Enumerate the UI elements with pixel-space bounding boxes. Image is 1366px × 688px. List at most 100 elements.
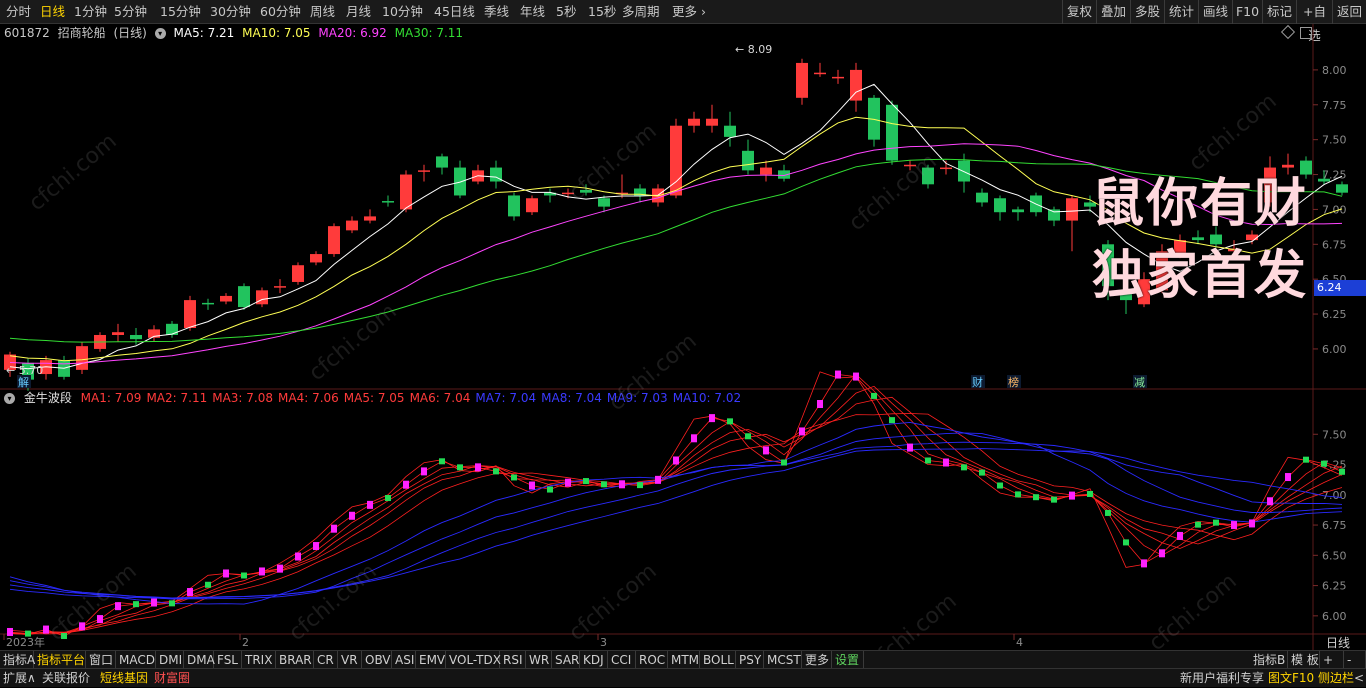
ind-marker <box>169 600 175 607</box>
ind-marker <box>493 468 499 475</box>
candle-body <box>184 300 196 329</box>
stock-code: 601872 <box>4 26 50 40</box>
tab-17[interactable]: SAR <box>552 651 580 669</box>
indicator-value-2: MA2: 7.11 <box>146 391 208 405</box>
tab-12[interactable]: ASI <box>392 651 416 669</box>
bottom-right-item-2[interactable]: 侧边栏 <box>1318 669 1354 688</box>
tab-25[interactable]: 更多 <box>802 651 832 669</box>
tab-16[interactable]: WR <box>526 651 552 669</box>
bottom-right-item-3[interactable]: < <box>1354 669 1364 688</box>
candle-body <box>256 290 268 305</box>
candle-body <box>112 332 124 335</box>
candle-body <box>742 150 754 171</box>
ind-marker <box>673 456 679 465</box>
bottom-item-1[interactable]: 关联报价 <box>42 669 90 688</box>
tab-right-1[interactable]: 模 板 <box>1288 651 1320 669</box>
tab-13[interactable]: EMV <box>416 651 446 669</box>
ind-tick-label: 7.50 <box>1322 428 1347 441</box>
ind-marker <box>961 464 967 471</box>
tab-0[interactable]: 指标A <box>0 651 35 669</box>
ind-marker <box>331 524 337 533</box>
tab-10[interactable]: VR <box>338 651 362 669</box>
tab-2[interactable]: 窗口 <box>86 651 116 669</box>
candle-body <box>814 72 826 75</box>
tab-19[interactable]: CCI <box>608 651 636 669</box>
candle-body <box>292 265 304 282</box>
ma10-value: MA10: 7.05 <box>242 26 311 40</box>
ind-marker <box>871 392 877 399</box>
bottom-right-item-1[interactable]: 图文F10 <box>1268 669 1314 688</box>
bottom-item-2[interactable]: 短线基因 <box>100 669 148 688</box>
bottom-item-0[interactable]: 扩展∧ <box>3 669 36 688</box>
ind-marker <box>745 433 751 440</box>
ind-red-line <box>9 413 1343 634</box>
indicator-value-10: MA10: 7.02 <box>672 391 742 405</box>
period-axis-label: 日线 <box>1326 636 1350 650</box>
ind-marker <box>853 372 859 381</box>
event-marker: 解 <box>18 375 29 389</box>
indicator-name[interactable]: 金牛波段 <box>24 391 72 405</box>
time-label: 4 <box>1016 636 1023 649</box>
ind-marker <box>637 482 643 489</box>
candle-body <box>346 220 358 231</box>
ind-marker <box>1267 497 1273 506</box>
ind-marker <box>1141 559 1147 568</box>
tab-26[interactable]: 设置 <box>832 651 864 669</box>
chevron-down-icon[interactable]: ▾ <box>4 393 15 404</box>
tab-right-2[interactable]: + <box>1320 651 1344 669</box>
tab-5[interactable]: DMA <box>184 651 215 669</box>
candle-body <box>526 198 538 213</box>
ind-marker <box>1123 539 1129 546</box>
tab-20[interactable]: ROC <box>636 651 668 669</box>
tab-15[interactable]: RSI <box>500 651 526 669</box>
ind-marker <box>475 463 481 472</box>
tab-6[interactable]: FSL <box>214 651 242 669</box>
tab-7[interactable]: TRIX <box>242 651 276 669</box>
ind-marker <box>781 459 787 466</box>
ind-marker <box>1249 519 1255 528</box>
bottom-item-3[interactable]: 财富圈 <box>154 669 190 688</box>
candle-body <box>220 295 232 302</box>
ind-tick-label: 6.25 <box>1322 580 1347 593</box>
tab-23[interactable]: PSY <box>736 651 764 669</box>
stock-name: 招商轮船 <box>57 26 106 40</box>
tab-14[interactable]: VOL-TDX <box>446 651 501 669</box>
tab-24[interactable]: MCST <box>764 651 802 669</box>
candle-body <box>886 104 898 161</box>
ind-marker <box>907 443 913 452</box>
chart-annotations: ← 8.09← 5.70解财榜减 <box>6 43 1147 389</box>
tab-11[interactable]: OBV <box>362 651 392 669</box>
ind-marker <box>1213 519 1219 526</box>
price-tick-label: 6.00 <box>1322 343 1347 356</box>
tab-22[interactable]: BOLL <box>700 651 736 669</box>
tab-18[interactable]: KDJ <box>580 651 608 669</box>
indicator-value-1: MA1: 7.09 <box>80 391 142 405</box>
candle-body <box>274 286 286 288</box>
tab-right-0[interactable]: 指标B <box>1250 651 1288 669</box>
ind-marker <box>421 467 427 476</box>
promo-line-1: 鼠你有财 <box>1091 174 1308 234</box>
ind-marker <box>223 569 229 578</box>
candle-body <box>688 118 700 126</box>
candle-body <box>364 216 376 221</box>
tab-9[interactable]: CR <box>314 651 338 669</box>
candle-body <box>202 302 214 305</box>
ind-marker <box>1285 473 1291 482</box>
bottom-right-item-0[interactable]: 新用户福利专享 <box>1180 669 1264 688</box>
tab-1[interactable]: 指标平台 <box>34 651 86 669</box>
ind-marker <box>133 601 139 608</box>
tab-8[interactable]: BRAR <box>276 651 314 669</box>
tab-4[interactable]: DMI <box>156 651 184 669</box>
candle-body <box>850 69 862 101</box>
chevron-down-icon[interactable]: ▾ <box>154 28 166 39</box>
price-tick-label: 7.75 <box>1322 99 1347 112</box>
ind-marker <box>385 495 391 502</box>
square-icon[interactable] <box>1300 27 1312 39</box>
ind-marker <box>277 564 283 573</box>
event-marker: 榜 <box>1008 375 1019 389</box>
ind-marker <box>727 418 733 425</box>
tab-21[interactable]: MTM <box>668 651 700 669</box>
indicator-axis: 7.507.257.006.756.506.256.00 <box>1313 428 1347 623</box>
tab-right-3[interactable]: - <box>1344 651 1366 669</box>
tab-3[interactable]: MACD <box>116 651 156 669</box>
